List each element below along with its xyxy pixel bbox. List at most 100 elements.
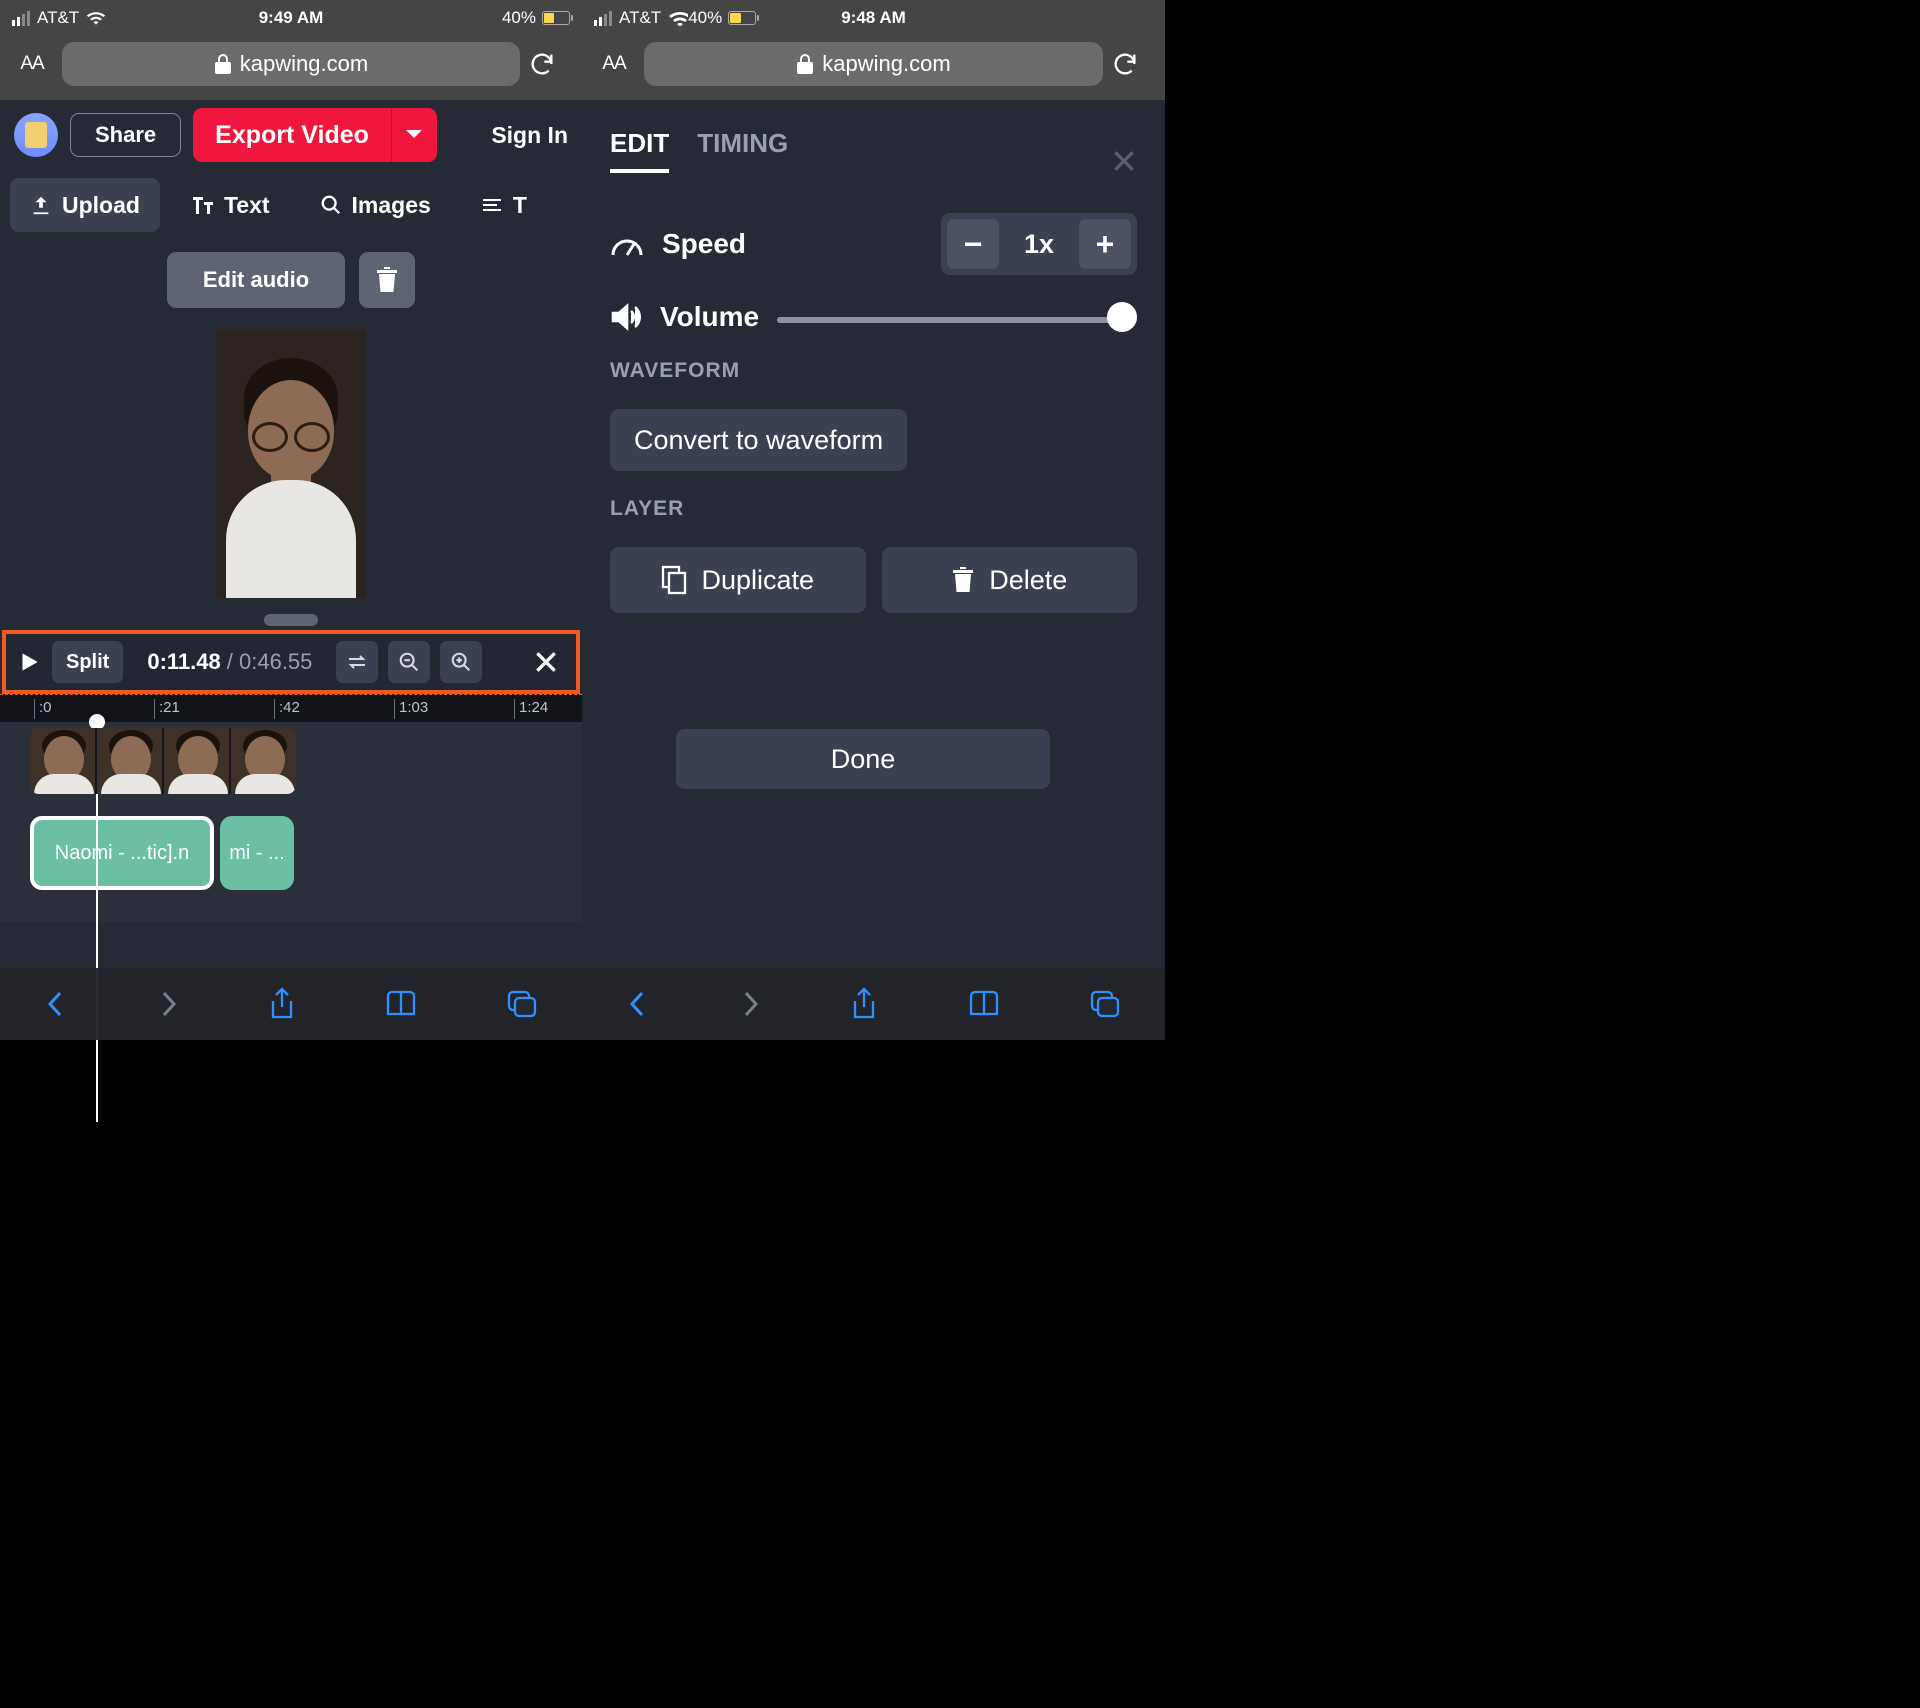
ruler-tick: :42 <box>274 699 300 719</box>
carrier-label: AT&T <box>37 8 79 28</box>
delete-button[interactable] <box>359 252 415 308</box>
avatar[interactable] <box>14 113 58 157</box>
tabs-icon[interactable] <box>506 989 538 1019</box>
drag-handle[interactable] <box>264 614 318 626</box>
bookmarks-icon[interactable] <box>967 990 1001 1018</box>
forward-icon[interactable] <box>738 989 762 1019</box>
reload-button[interactable] <box>1111 50 1155 78</box>
carrier-label: AT&T <box>619 8 661 28</box>
url-text: kapwing.com <box>240 51 368 77</box>
back-icon[interactable] <box>44 989 68 1019</box>
trash-icon <box>375 266 399 294</box>
url-text: kapwing.com <box>822 51 950 77</box>
ruler-tick: :0 <box>34 699 52 719</box>
volume-slider[interactable] <box>777 302 1137 332</box>
status-bar: AT&T 9:49 AM 40% <box>0 0 582 36</box>
address-field[interactable]: kapwing.com <box>62 42 520 86</box>
clip-label: mi - ... <box>229 842 285 865</box>
cellular-signal-icon <box>12 11 30 26</box>
split-button[interactable]: Split <box>52 641 123 683</box>
loop-button[interactable] <box>336 641 378 683</box>
audio-clip[interactable]: mi - ... <box>220 816 294 890</box>
volume-label: Volume <box>660 301 759 333</box>
video-preview[interactable] <box>216 330 366 598</box>
wifi-icon <box>86 10 106 26</box>
done-button[interactable]: Done <box>676 729 1050 789</box>
audio-clip-selected[interactable]: Naomi - ...tic].n <box>30 816 214 890</box>
bookmarks-icon[interactable] <box>384 990 418 1018</box>
timeline-tracks[interactable]: Naomi - ...tic].n mi - ... <box>0 722 582 922</box>
close-panel-button[interactable] <box>1111 148 1137 174</box>
reload-icon <box>1111 50 1139 78</box>
export-label: Export Video <box>193 108 391 162</box>
duplicate-button[interactable]: Duplicate <box>610 547 866 613</box>
battery-percent: 40% <box>502 8 536 28</box>
tab-text[interactable]: Text <box>170 178 290 232</box>
video-thumb <box>95 728 162 794</box>
slider-thumb[interactable] <box>1107 302 1137 332</box>
reload-icon <box>528 50 556 78</box>
delete-layer-button[interactable]: Delete <box>882 547 1138 613</box>
tab-upload[interactable]: Upload <box>10 178 160 232</box>
battery-icon <box>728 11 756 25</box>
clock: 9:48 AM <box>841 8 906 28</box>
tab-edit[interactable]: EDIT <box>610 128 669 173</box>
safari-bottom-nav <box>0 968 582 1040</box>
share-icon[interactable] <box>268 987 296 1021</box>
tab-timing[interactable]: TIMING <box>697 128 788 173</box>
speed-increase[interactable]: + <box>1079 219 1131 269</box>
clip-label: Naomi - ...tic].n <box>55 842 189 865</box>
timecode: 0:11.48 / 0:46.55 <box>133 649 326 675</box>
close-icon <box>1111 148 1137 174</box>
share-icon[interactable] <box>850 987 878 1021</box>
export-dropdown[interactable] <box>391 108 437 162</box>
panel-tabs: EDIT TIMING <box>582 100 1165 173</box>
search-icon <box>320 194 342 216</box>
edit-audio-button[interactable]: Edit audio <box>167 252 345 308</box>
play-icon[interactable] <box>16 649 42 675</box>
sign-in-link[interactable]: Sign In <box>491 122 568 149</box>
speed-stepper: − 1x + <box>941 213 1137 275</box>
safari-bottom-nav <box>582 968 1165 1040</box>
ruler-tick: :21 <box>154 699 180 719</box>
tab-more[interactable]: T <box>461 178 531 232</box>
reload-button[interactable] <box>528 50 572 78</box>
layer-section-label: LAYER <box>610 497 1137 521</box>
address-field[interactable]: kapwing.com <box>644 42 1103 86</box>
convert-waveform-button[interactable]: Convert to waveform <box>610 409 907 471</box>
tab-label: Images <box>352 192 431 219</box>
status-bar: AT&T 9:48 AM 40% <box>582 0 1165 36</box>
back-icon[interactable] <box>626 989 650 1019</box>
text-size-button[interactable]: AA <box>10 53 54 75</box>
speed-decrease[interactable]: − <box>947 219 999 269</box>
wifi-icon <box>668 10 688 26</box>
share-button[interactable]: Share <box>70 113 181 157</box>
close-timeline-button[interactable] <box>526 642 566 682</box>
duplicate-icon <box>661 565 687 595</box>
tab-label: Text <box>224 192 270 219</box>
zoom-in-button[interactable] <box>440 641 482 683</box>
ruler-tick: 1:03 <box>394 699 428 719</box>
tab-label: Upload <box>62 192 140 219</box>
lock-icon <box>796 53 814 75</box>
video-thumb <box>30 728 95 794</box>
tabs-icon[interactable] <box>1089 989 1121 1019</box>
tab-images[interactable]: Images <box>300 178 451 232</box>
settings-icon <box>481 196 503 214</box>
speed-label: Speed <box>662 228 746 260</box>
text-size-button[interactable]: AA <box>592 53 636 75</box>
timeline-ruler[interactable]: :0 :21 :42 1:03 1:24 <box>0 694 582 722</box>
lock-icon <box>214 53 232 75</box>
forward-icon[interactable] <box>156 989 180 1019</box>
waveform-section-label: WAVEFORM <box>610 359 1137 383</box>
battery-icon <box>542 11 570 25</box>
video-track[interactable] <box>30 728 296 794</box>
volume-row: Volume <box>610 301 1137 333</box>
text-icon <box>190 194 214 216</box>
close-icon <box>533 649 559 675</box>
zoom-out-button[interactable] <box>388 641 430 683</box>
chevron-down-icon <box>404 128 424 142</box>
export-button[interactable]: Export Video <box>193 108 437 162</box>
swap-icon <box>346 653 368 671</box>
cellular-signal-icon <box>594 11 612 26</box>
